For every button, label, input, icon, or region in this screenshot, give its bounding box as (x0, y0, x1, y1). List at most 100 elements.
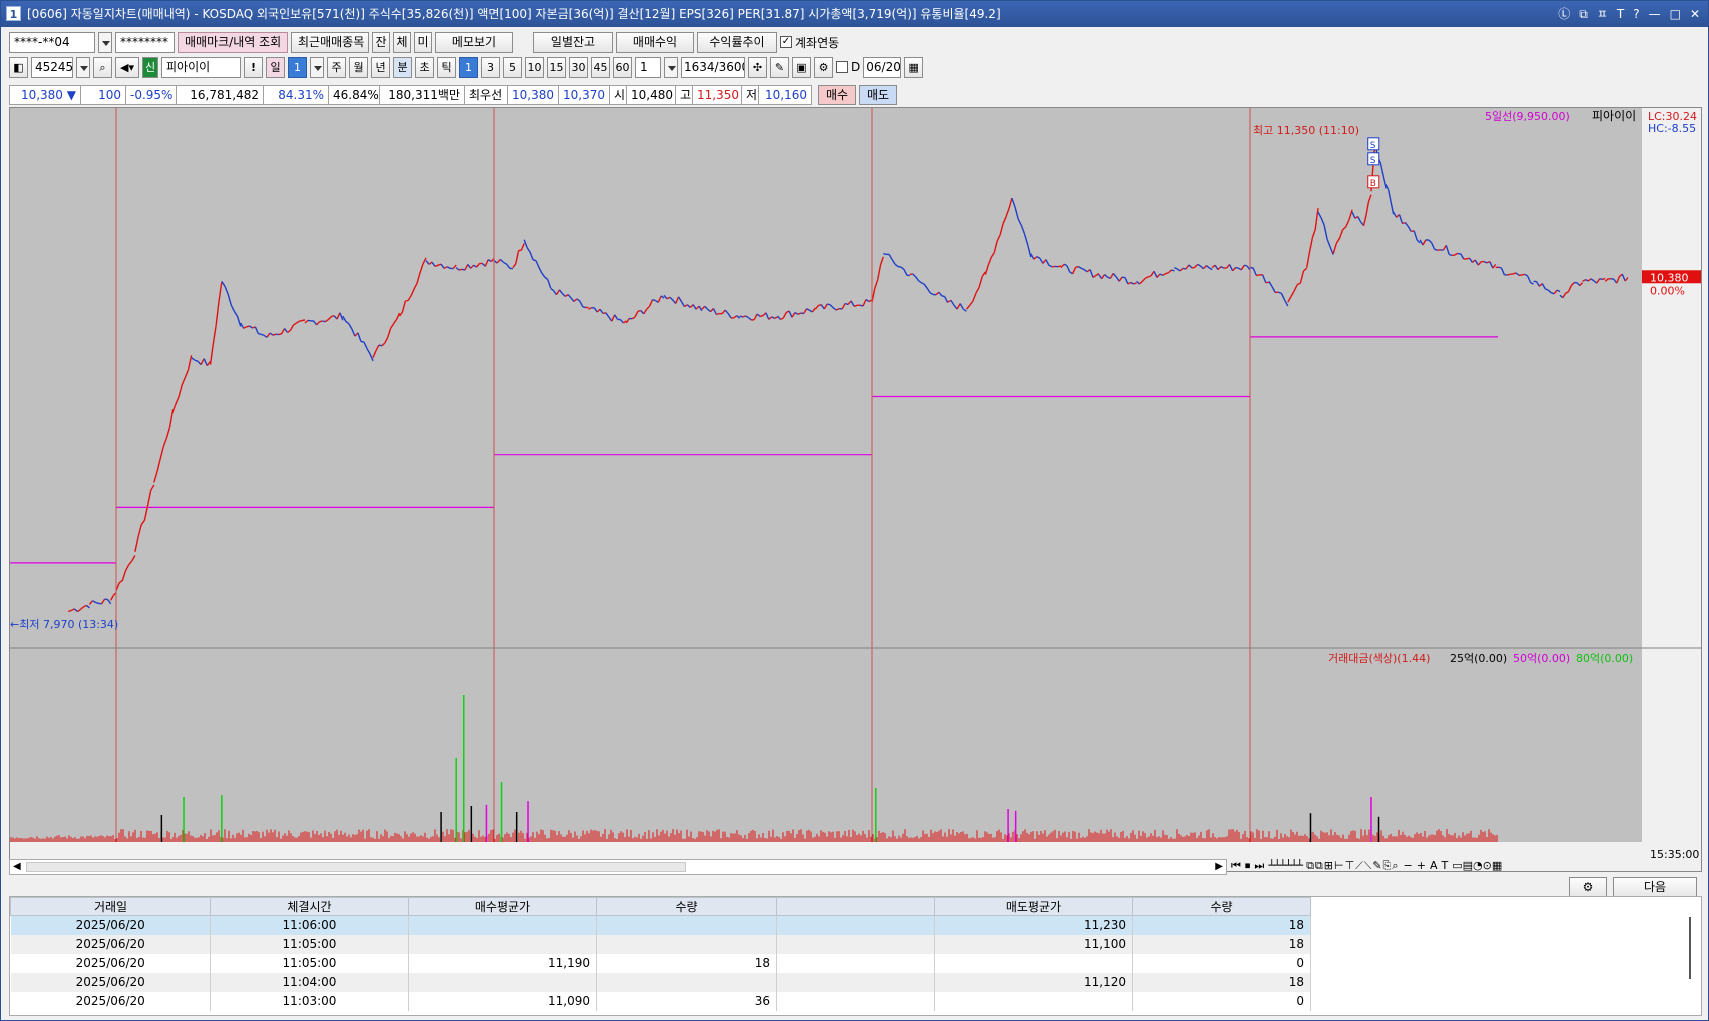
help-icon[interactable]: ? (1633, 1, 1639, 27)
stop-icon[interactable]: ⏹ (1245, 859, 1251, 875)
chart-area[interactable]: 11,25011,00010,75010,50010,25010,0009,75… (9, 107, 1702, 872)
maximize-icon[interactable]: □ (1670, 1, 1681, 27)
date-checkbox[interactable] (836, 61, 848, 73)
font-icon[interactable]: T (1617, 1, 1624, 27)
column-header[interactable]: 거래일 (10, 897, 211, 916)
table-row[interactable]: 2025/06/20 11:06:00 11,230 18 (10, 915, 1311, 935)
table-row[interactable]: 2025/06/20 11:05:00 11,190 18 0 (10, 953, 1311, 973)
alert-icon[interactable]: ! (244, 56, 263, 78)
interval-45[interactable]: 45 (591, 56, 610, 78)
last-page-icon[interactable]: ⏭ (1254, 859, 1264, 875)
price-segment (1252, 267, 1257, 276)
zoom-in-icon[interactable]: + (1417, 859, 1426, 875)
price-segment (1002, 216, 1007, 225)
interval-1[interactable]: 1 (459, 56, 478, 78)
interval-5[interactable]: 5 (503, 56, 522, 78)
interval-3[interactable]: 3 (481, 56, 500, 78)
interval-15[interactable]: 15 (547, 56, 566, 78)
column-header[interactable]: 수량 (596, 897, 777, 916)
link-icon[interactable]: Ⓛ (1558, 1, 1570, 27)
text-small-icon[interactable]: T (1441, 859, 1448, 875)
scroll-left-icon[interactable]: ◀ (13, 861, 21, 872)
price-segment (1238, 267, 1242, 271)
profit-trend-button[interactable]: 수익률추이 (697, 31, 777, 53)
table-row[interactable]: 2025/06/20 11:04:00 11,120 18 (10, 972, 1311, 992)
pen-icon[interactable]: ✎ (770, 56, 789, 78)
sell-button[interactable]: 매도 (859, 85, 897, 105)
speaker-icon[interactable]: ◀▾ (115, 56, 139, 78)
price-segment (888, 254, 893, 261)
panel-icon[interactable]: ◧ (9, 56, 28, 78)
period-dropdown-icon[interactable] (310, 56, 324, 78)
memo-button[interactable]: 메모보기 (435, 31, 513, 53)
column-header[interactable]: 체결시간 (210, 897, 409, 916)
table-row[interactable]: 2025/06/20 11:05:00 11,100 18 (10, 934, 1311, 954)
period-year[interactable]: 년 (371, 56, 390, 78)
period-week[interactable]: 주 (327, 56, 346, 78)
period-day[interactable]: 일 (266, 56, 285, 78)
price-segment (110, 595, 114, 601)
table-row[interactable]: 2025/06/20 11:03:00 11,090 36 0 (10, 991, 1311, 1011)
first-page-icon[interactable]: ⏮ (1231, 859, 1241, 875)
multiplier-dropdown-icon[interactable] (664, 56, 678, 78)
layout-icons[interactable]: ▭▤◔⊙▦ (1452, 859, 1502, 875)
column-header[interactable]: 매수평균가 (408, 897, 597, 916)
password-input[interactable]: ******** (115, 31, 175, 53)
scale-icon[interactable]: ┴┴┴┴┴┴ (1268, 859, 1303, 875)
price-segment (1244, 264, 1248, 267)
search-icon[interactable]: ⌕ (93, 56, 112, 78)
buy-button[interactable]: 매수 (818, 85, 856, 105)
code-dropdown-icon[interactable] (76, 56, 90, 78)
tab-mi[interactable]: 미 (414, 31, 432, 53)
cascade-icon[interactable]: ⧉ (1579, 1, 1588, 27)
table-scrollbar[interactable] (1689, 917, 1691, 979)
minimize-icon[interactable]: — (1649, 1, 1661, 27)
close-icon[interactable]: ✕ (1690, 1, 1700, 27)
interval-30[interactable]: 30 (569, 56, 588, 78)
period-num[interactable]: 1 (288, 56, 307, 78)
trade-profit-button[interactable]: 매매수익 (616, 31, 694, 53)
chart-scrollbar[interactable]: ◀ ▶ (9, 859, 1227, 875)
account-select[interactable]: ****-**04 (9, 31, 95, 53)
date-input[interactable]: 06/20 (863, 56, 902, 78)
multiplier-input[interactable]: 1 (635, 56, 661, 78)
price-segment (625, 318, 630, 324)
zoom-out-icon[interactable]: − (1404, 859, 1413, 875)
scroll-thumb[interactable] (26, 862, 686, 872)
next-button[interactable]: 다음 (1613, 877, 1697, 898)
period-tick[interactable]: 틱 (437, 56, 456, 78)
period-minute[interactable]: 분 (393, 56, 412, 78)
recent-trades-button[interactable]: 최근매매종목 (291, 31, 369, 53)
save-icon[interactable]: ▣ (792, 56, 811, 78)
price-segment (1445, 245, 1450, 255)
chevron-down-icon[interactable] (98, 31, 112, 53)
price-segment (363, 341, 368, 349)
interval-60[interactable]: 60 (613, 56, 632, 78)
gear-icon[interactable]: ⚙ (1569, 877, 1607, 898)
period-month[interactable]: 월 (349, 56, 368, 78)
price-segment (759, 314, 764, 318)
draw-tools-icon[interactable]: ⧉⧉⊞⊢⊤⟋⟍✎⎘⌕ (1306, 859, 1399, 875)
scroll-right-icon[interactable]: ▶ (1215, 861, 1223, 872)
price-segment (829, 304, 834, 309)
calendar-icon[interactable]: ▦ (904, 56, 924, 78)
column-header[interactable] (776, 897, 935, 916)
column-header[interactable]: 수량 (1132, 897, 1311, 916)
period-second[interactable]: 초 (415, 56, 434, 78)
bar-count-input[interactable]: 1634/3600 (681, 56, 745, 78)
daily-balance-button[interactable]: 일별잔고 (533, 31, 613, 53)
pin-icon[interactable]: ㅍ (1597, 1, 1608, 27)
trade-mark-query-button[interactable]: 매매마크/내역 조회 (178, 31, 288, 53)
gear-icon[interactable]: ⚙ (814, 56, 833, 78)
tab-jan[interactable]: 잔 (372, 31, 390, 53)
tab-che[interactable]: 체 (393, 31, 411, 53)
price-segment (938, 291, 943, 297)
stock-code-input[interactable]: 452450 (31, 56, 73, 78)
price-volume-chart[interactable]: 11,25011,00010,75010,50010,25010,0009,75… (10, 108, 1702, 872)
stock-name[interactable]: 피아이이 (161, 56, 241, 78)
column-header[interactable]: 매도평균가 (934, 897, 1133, 916)
crosshair-icon[interactable]: ✣ (748, 56, 767, 78)
interval-10[interactable]: 10 (525, 56, 544, 78)
account-link-checkbox[interactable]: ✓ (780, 36, 792, 48)
text-tool-icon[interactable]: A (1430, 859, 1438, 875)
